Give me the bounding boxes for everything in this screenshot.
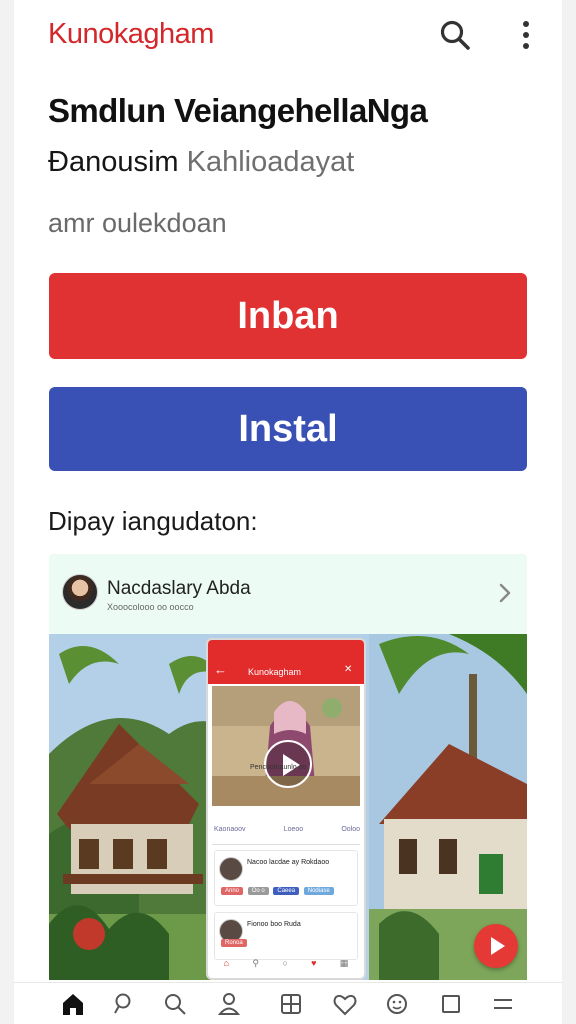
account-subtitle: Xooocolooo oo oocco bbox=[107, 602, 194, 612]
search-icon[interactable] bbox=[110, 989, 140, 1019]
list-item-title: Fionoo boo Ruda bbox=[247, 921, 301, 928]
app-title: Kunokagham bbox=[48, 18, 214, 50]
caption-text: amr oulekdoan bbox=[48, 208, 227, 238]
hero-image: ← Kunokagham ✕ Pencoomaunlo oo Kaonaoov … bbox=[49, 634, 527, 980]
phone-app-title: Kunokagham bbox=[248, 667, 302, 677]
phone-bottom-nav: ⌂ ⚲ ○ ♥ ▦ bbox=[212, 958, 360, 969]
phone-mockup: ← Kunokagham ✕ Pencoomaunlo oo Kaonaoov … bbox=[206, 638, 366, 980]
account-card[interactable]: Nacdaslary Abda Xooocolooo oo oocco bbox=[49, 554, 527, 634]
phone-tab[interactable]: Ooloo bbox=[341, 826, 360, 833]
tag-badge: Anno bbox=[221, 887, 244, 895]
avatar bbox=[219, 857, 243, 881]
top-bar: Kunokagham bbox=[14, 0, 562, 72]
emoji-icon[interactable] bbox=[382, 989, 412, 1019]
section-label: Dipay iangudaton: bbox=[48, 506, 258, 536]
heart-icon[interactable]: ♥ bbox=[311, 958, 316, 969]
tag-badge: Ronoa bbox=[221, 939, 247, 947]
search-icon[interactable]: ⚲ bbox=[252, 958, 259, 969]
tag-badge: Nodiase bbox=[303, 887, 334, 895]
list-item[interactable]: Fionoo boo Ruda Ronoa bbox=[214, 912, 358, 960]
home-icon[interactable] bbox=[58, 989, 88, 1019]
phone-tab[interactable]: Kaonaoov bbox=[214, 826, 246, 833]
play-circle-icon[interactable] bbox=[474, 924, 518, 968]
heart-icon[interactable] bbox=[330, 989, 360, 1019]
phone-tabs: Kaonaoov Loeoo Ooloo bbox=[214, 826, 360, 833]
tag-badge: Oo o bbox=[247, 887, 269, 895]
tag-badge: Caeea bbox=[273, 887, 300, 895]
chevron-right-icon[interactable] bbox=[495, 580, 515, 606]
list-item[interactable]: Nacoo lacdae ay Rokdaoo Anno Oo o Caeea … bbox=[214, 850, 358, 906]
divider bbox=[212, 844, 360, 845]
profile-icon[interactable] bbox=[214, 989, 244, 1019]
video-caption: Pencoomaunlo oo bbox=[250, 764, 307, 771]
bottom-nav bbox=[14, 982, 562, 1024]
video-thumbnail[interactable] bbox=[212, 686, 360, 806]
app-screen: Kunokagham Smdlun VeiangehellaNga Đanous… bbox=[14, 0, 562, 1024]
circle-icon[interactable]: ○ bbox=[282, 958, 287, 969]
subtitle-secondary: Kahlioadayat bbox=[186, 146, 355, 178]
close-icon[interactable]: ✕ bbox=[344, 664, 352, 675]
search-icon[interactable] bbox=[438, 18, 474, 54]
more-vertical-icon[interactable] bbox=[514, 18, 538, 54]
back-arrow-icon[interactable]: ← bbox=[214, 662, 227, 677]
phone-tab[interactable]: Loeoo bbox=[284, 826, 303, 833]
menu-icon[interactable] bbox=[488, 989, 518, 1019]
home-icon[interactable]: ⌂ bbox=[224, 958, 229, 969]
search-icon[interactable] bbox=[160, 989, 190, 1019]
list-item-tags: Anno Oo o Caeea Nodiase bbox=[221, 887, 337, 895]
primary-button[interactable]: Inban bbox=[49, 273, 527, 359]
install-button[interactable]: Instal bbox=[49, 387, 527, 471]
grid-icon[interactable] bbox=[276, 989, 306, 1019]
subtitle-primary: Đanousim bbox=[48, 146, 179, 178]
avatar bbox=[62, 574, 98, 610]
grid-icon[interactable]: ▦ bbox=[340, 958, 349, 969]
square-icon[interactable] bbox=[436, 989, 466, 1019]
account-name: Nacdaslary Abda bbox=[107, 578, 251, 599]
list-item-title: Nacoo lacdae ay Rokdaoo bbox=[247, 859, 330, 866]
list-item-tags: Ronoa bbox=[221, 939, 250, 947]
page-headline: Smdlun VeiangehellaNga bbox=[48, 92, 428, 129]
phone-app-bar: ← Kunokagham ✕ bbox=[208, 640, 364, 684]
subtitle: Đanousim Kahlioadayat bbox=[48, 146, 354, 179]
